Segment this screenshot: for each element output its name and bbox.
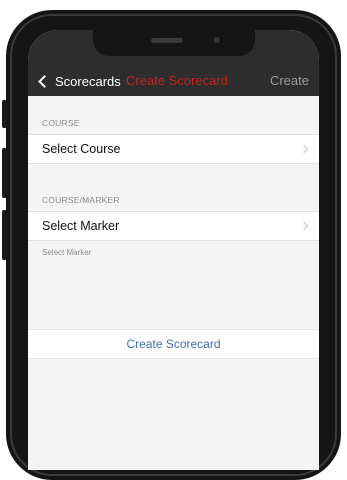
speaker-grille	[151, 38, 183, 43]
back-button[interactable]: Scorecards	[38, 66, 121, 96]
back-button-label: Scorecards	[55, 73, 121, 89]
notch	[93, 30, 255, 56]
chevron-right-icon	[299, 144, 309, 154]
marker-section-header: COURSE/MARKER	[42, 195, 120, 205]
page-title: Create Scorecard	[126, 73, 228, 88]
chevron-left-icon	[38, 74, 51, 88]
chevron-right-icon	[299, 221, 309, 231]
mute-switch	[2, 100, 7, 128]
form-content: COURSE Select Course COURSE/MARKER Selec…	[28, 96, 319, 470]
navigation-bar: Scorecards Create Scorecard Create	[28, 66, 319, 96]
front-camera-icon	[214, 37, 220, 43]
app-screen: Scorecards Create Scorecard Create COURS…	[28, 30, 319, 470]
create-button[interactable]: Create	[270, 66, 309, 96]
select-course-row[interactable]: Select Course	[28, 134, 319, 164]
phone-device: Scorecards Create Scorecard Create COURS…	[0, 0, 347, 480]
status-bar	[28, 30, 319, 66]
volume-up-button	[2, 148, 7, 198]
volume-down-button	[2, 210, 7, 260]
marker-footnote: Select Marker	[42, 248, 92, 257]
select-marker-row[interactable]: Select Marker	[28, 211, 319, 241]
create-scorecard-button[interactable]: Create Scorecard	[28, 329, 319, 359]
select-marker-label: Select Marker	[42, 219, 120, 233]
select-course-label: Select Course	[42, 142, 121, 156]
course-section-header: COURSE	[42, 118, 80, 128]
